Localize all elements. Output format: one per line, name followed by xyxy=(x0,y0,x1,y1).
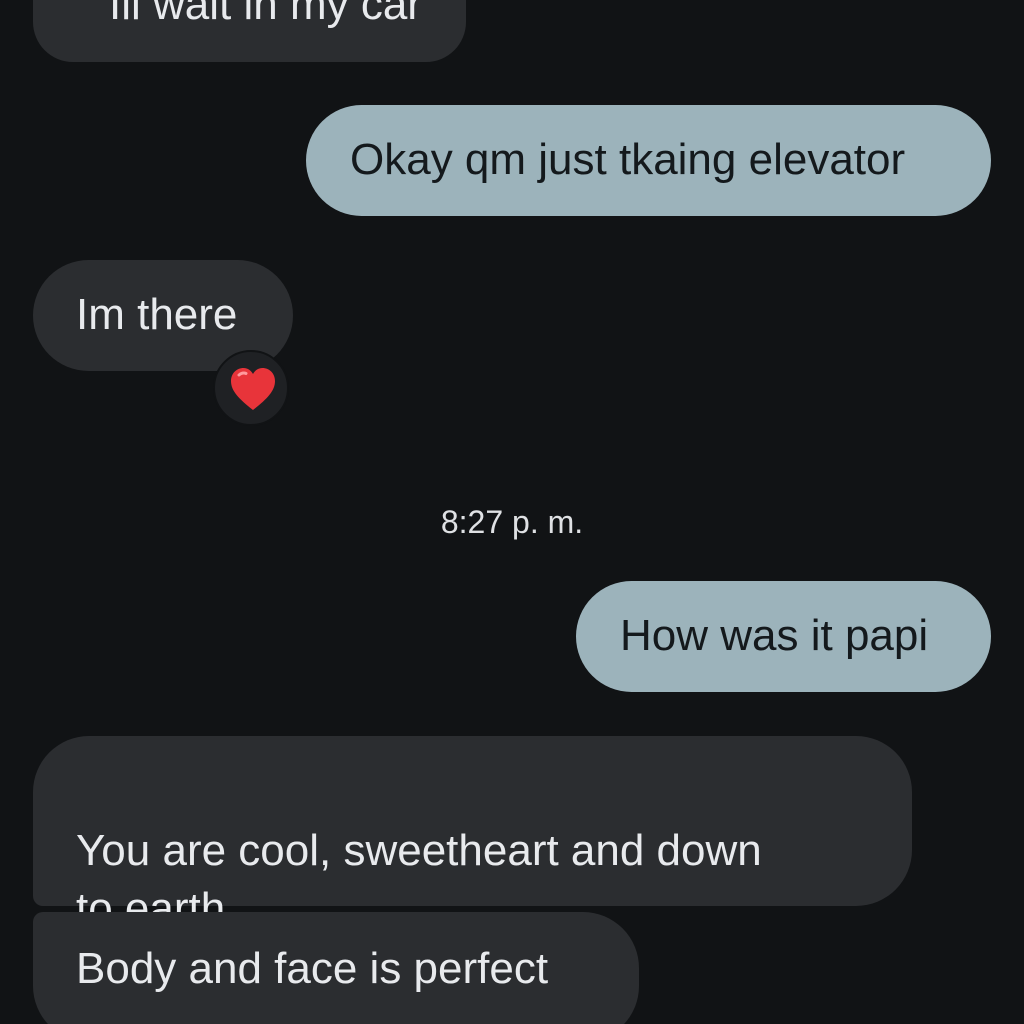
message-bubble-incoming[interactable]: Body and face is perfect xyxy=(33,912,639,1024)
message-bubble-incoming[interactable]: Ill wait in my car xyxy=(33,0,466,62)
message-text: Okay qm just tkaing elevator xyxy=(350,135,906,184)
message-bubble-outgoing[interactable]: Okay qm just tkaing elevator xyxy=(306,105,991,216)
heart-reaction[interactable] xyxy=(213,350,289,426)
message-bubble-incoming[interactable]: You are cool, sweetheart and down to ear… xyxy=(33,736,912,933)
message-text: Im there xyxy=(76,290,238,339)
message-text: Body and face is perfect xyxy=(76,944,549,993)
message-text: How was it papi xyxy=(620,611,929,660)
message-text: Ill wait in my car xyxy=(109,0,422,29)
message-timestamp: 8:27 p. m. xyxy=(440,504,584,540)
heart-icon xyxy=(231,368,275,410)
message-bubble-outgoing[interactable]: How was it papi xyxy=(576,581,991,692)
